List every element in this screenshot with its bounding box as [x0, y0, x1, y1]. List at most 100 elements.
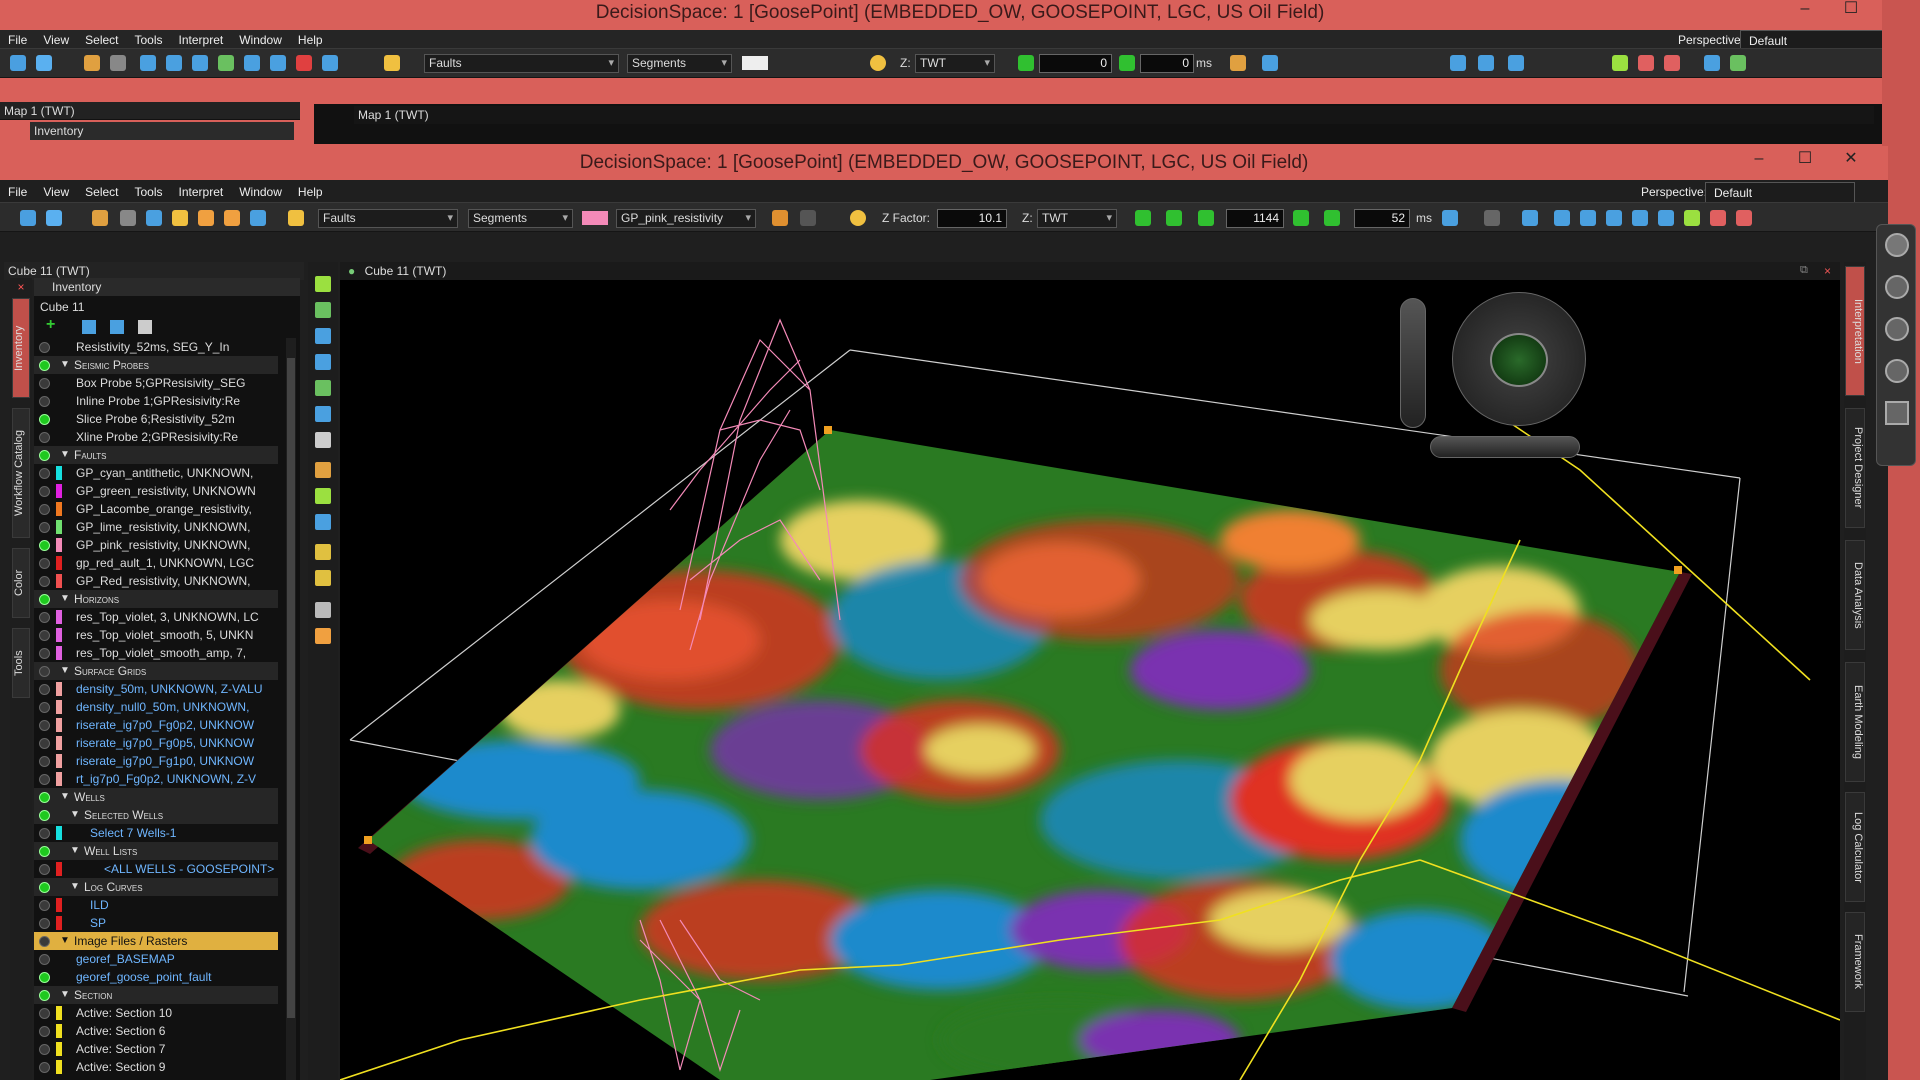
visibility-toggle[interactable]	[39, 612, 50, 623]
maximize-button[interactable]: ☐	[1828, 0, 1874, 22]
visibility-toggle[interactable]	[39, 558, 50, 569]
edit-icon[interactable]	[1885, 317, 1909, 341]
list-icon[interactable]	[1632, 210, 1648, 226]
inventory-item[interactable]: Inline Probe 1;GPResisivity:Re	[34, 392, 278, 410]
play-icon[interactable]	[1324, 210, 1340, 226]
expand-arrow-icon[interactable]: ▼	[60, 590, 70, 608]
tab-data-analysis[interactable]: Data Analysis	[1845, 540, 1865, 650]
expand-arrow-icon[interactable]: ▼	[60, 986, 70, 1004]
well-icon[interactable]	[1508, 55, 1524, 71]
tab-interpretation[interactable]: Interpretation	[1845, 266, 1865, 396]
menu-file[interactable]: File	[0, 182, 35, 202]
inventory-item[interactable]: riserate_ig7p0_Fg0p2, UNKNOW	[34, 716, 278, 734]
inventory-group[interactable]: ▼ Seismic Probes	[34, 356, 278, 374]
menu-tools[interactable]: Tools	[127, 182, 171, 202]
menu-view[interactable]: View	[35, 30, 77, 50]
tab-inventory[interactable]: Inventory	[12, 298, 30, 398]
collapse-icon[interactable]	[138, 320, 152, 334]
inventory-item[interactable]: Xline Probe 2;GPResisivity:Re	[34, 428, 278, 446]
visibility-toggle[interactable]	[39, 936, 50, 947]
inventory-item[interactable]: riserate_ig7p0_Fg0p5, UNKNOW	[34, 734, 278, 752]
print-icon[interactable]	[146, 210, 162, 226]
menu-select[interactable]: Select	[77, 182, 126, 202]
add-icon[interactable]: +	[46, 317, 66, 334]
menu-file[interactable]: File	[0, 30, 35, 50]
visibility-toggle[interactable]	[39, 954, 50, 965]
visibility-toggle[interactable]	[39, 864, 50, 875]
inventory-item[interactable]: Select 7 Wells-1	[34, 824, 278, 842]
visibility-toggle[interactable]	[39, 1008, 50, 1019]
target-icon[interactable]	[315, 488, 331, 504]
visibility-toggle[interactable]	[39, 342, 50, 353]
inventory-scrollbar[interactable]	[286, 338, 296, 1080]
globe-icon[interactable]	[1736, 210, 1752, 226]
scrollbar-thumb[interactable]	[287, 358, 295, 1018]
visibility-toggle[interactable]	[39, 522, 50, 533]
tool-icon[interactable]	[1230, 55, 1246, 71]
grid-icon[interactable]	[1885, 401, 1909, 425]
visibility-toggle[interactable]	[39, 792, 50, 803]
display-icon[interactable]	[250, 210, 266, 226]
inventory-item[interactable]: GP_Lacombe_orange_resistivity,	[34, 500, 278, 518]
pencil-icon[interactable]	[315, 628, 331, 644]
tool-icon[interactable]	[315, 276, 331, 292]
inventory-group[interactable]: ▼ Well Lists	[34, 842, 278, 860]
visibility-toggle[interactable]	[39, 1044, 50, 1055]
inventory-group[interactable]: ▼ Wells	[34, 788, 278, 806]
frame-input[interactable]: 1144	[1226, 209, 1284, 228]
scene-canvas[interactable]	[340, 280, 1840, 1080]
cube-icon[interactable]	[315, 406, 331, 422]
inventory-item[interactable]: Slice Probe 6;Resistivity_52m	[34, 410, 278, 428]
tilt-slider[interactable]	[1430, 436, 1580, 458]
copy-icon[interactable]	[110, 55, 126, 71]
step-back-icon[interactable]	[1198, 210, 1214, 226]
tool-icon[interactable]	[1262, 55, 1278, 71]
bulb-icon[interactable]	[172, 210, 188, 226]
home-icon[interactable]	[315, 380, 331, 396]
inventory-group[interactable]: ▼ Selected Wells	[34, 806, 278, 824]
mode-select[interactable]: Segments	[627, 54, 732, 73]
navigation-widget[interactable]	[1400, 288, 1586, 473]
menu-interpret[interactable]: Interpret	[171, 182, 232, 202]
tab-color[interactable]: Color	[12, 548, 30, 618]
pencil-icon[interactable]	[384, 55, 400, 71]
expand-arrow-icon[interactable]: ▼	[60, 788, 70, 806]
visibility-toggle[interactable]	[39, 666, 50, 677]
rotate-icon[interactable]	[315, 328, 331, 344]
tab-log-calculator[interactable]: Log Calculator	[1845, 792, 1865, 902]
zfactor-input[interactable]: 10.1	[937, 209, 1007, 228]
redo-icon[interactable]	[800, 210, 816, 226]
sun-icon[interactable]	[850, 210, 866, 226]
filter-icon[interactable]	[82, 320, 96, 334]
visibility-toggle[interactable]	[39, 1062, 50, 1073]
expand-arrow-icon[interactable]: ▼	[60, 932, 70, 950]
new-icon[interactable]	[10, 55, 26, 71]
visibility-toggle[interactable]	[39, 738, 50, 749]
close-icon[interactable]: ×	[1824, 264, 1838, 278]
menu-help[interactable]: Help	[290, 30, 331, 50]
tab-tools[interactable]: Tools	[12, 628, 30, 698]
frame-input[interactable]: 0	[1039, 54, 1112, 73]
visibility-toggle[interactable]	[39, 720, 50, 731]
menu-interpret[interactable]: Interpret	[171, 30, 232, 50]
frame-icon[interactable]	[315, 514, 331, 530]
zoom-icon[interactable]	[166, 55, 182, 71]
visibility-toggle[interactable]	[39, 396, 50, 407]
expand-arrow-icon[interactable]: ▼	[60, 662, 70, 680]
visibility-toggle[interactable]	[39, 882, 50, 893]
open-icon[interactable]	[36, 55, 52, 71]
inventory-item[interactable]: gp_red_ault_1, UNKNOWN, LGC	[34, 554, 278, 572]
float-icon[interactable]: ⧉	[1800, 264, 1814, 278]
menu-select[interactable]: Select	[77, 30, 126, 50]
globe-icon[interactable]	[1664, 55, 1680, 71]
clock-icon[interactable]	[1710, 210, 1726, 226]
inventory-item[interactable]: rt_ig7p0_Fg0p2, UNKNOWN, Z-V	[34, 770, 278, 788]
visibility-toggle[interactable]	[39, 846, 50, 857]
clock-icon[interactable]	[1638, 55, 1654, 71]
visibility-toggle[interactable]	[39, 702, 50, 713]
inventory-item[interactable]: georef_goose_point_fault	[34, 968, 278, 986]
visibility-toggle[interactable]	[39, 432, 50, 443]
visibility-toggle[interactable]	[39, 540, 50, 551]
fault-select[interactable]: GP_pink_resistivity	[616, 209, 756, 228]
step-back-icon[interactable]	[1018, 55, 1034, 71]
